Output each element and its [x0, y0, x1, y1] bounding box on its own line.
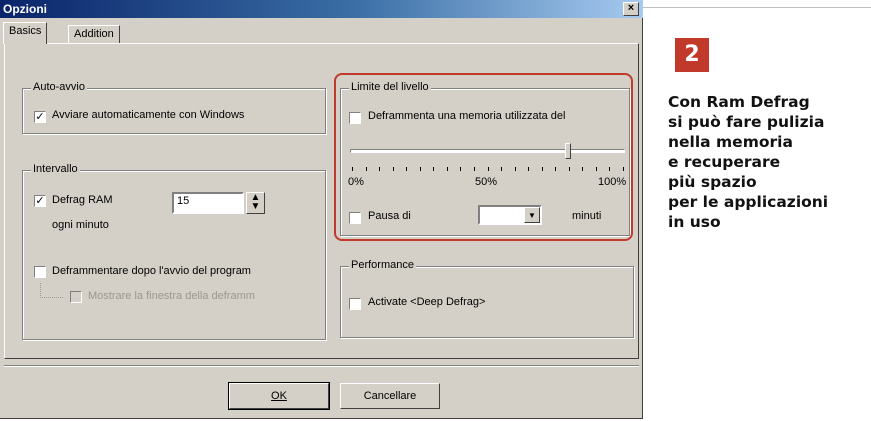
- step-number-badge: 2: [675, 38, 709, 72]
- caption-line: più spazio: [668, 173, 757, 191]
- caption-line: nella memoria: [668, 133, 793, 151]
- slider-tick: [488, 167, 489, 171]
- caption-line: in uso: [668, 213, 721, 231]
- slider-track: [350, 149, 625, 153]
- tab-addition[interactable]: Addition: [68, 25, 120, 44]
- slider-tick: [379, 167, 380, 171]
- slider-tick: [515, 167, 516, 171]
- defrag-after-start-checkbox[interactable]: [34, 266, 46, 278]
- slider-tick: [582, 167, 583, 171]
- slider-tick: [528, 167, 529, 171]
- auto-start-label: Avviare automaticamente con Windows: [52, 109, 245, 121]
- chevron-down-icon[interactable]: ▼: [524, 207, 540, 223]
- deep-defrag-checkbox[interactable]: [349, 298, 361, 310]
- options-dialog: Opzioni × Basics Addition Auto-avvio ✓ A…: [0, 0, 643, 419]
- defrag-memory-label: Deframmenta una memoria utilizzata del: [368, 110, 566, 122]
- close-button[interactable]: ×: [623, 2, 639, 16]
- slider-tick: [474, 167, 475, 171]
- caption-rule: [643, 7, 871, 8]
- interval-title: Intervallo: [31, 163, 80, 175]
- slider-tick: [393, 167, 394, 171]
- level-limit-title: Limite del livello: [349, 81, 431, 93]
- title-bar: Opzioni ×: [0, 0, 643, 18]
- scale-100-label: 100%: [598, 176, 627, 188]
- slider-tick: [569, 167, 570, 171]
- pause-minutes-select[interactable]: ▼: [478, 205, 542, 225]
- button-separator: [4, 365, 639, 367]
- interval-spinner[interactable]: ▲ ▼: [246, 192, 265, 214]
- slider-tick: [596, 167, 597, 171]
- ok-button-label: OK: [271, 390, 287, 402]
- caption-line: per le applicazioni: [668, 193, 829, 211]
- defrag-memory-checkbox[interactable]: [349, 112, 361, 124]
- slider-tick: [501, 167, 502, 171]
- auto-start-checkbox[interactable]: ✓: [34, 111, 46, 123]
- slider-tick: [623, 167, 624, 171]
- slider-thumb[interactable]: [565, 143, 571, 159]
- slider-tick: [433, 167, 434, 171]
- slider-tick: [406, 167, 407, 171]
- cancel-button[interactable]: Cancellare: [340, 383, 440, 409]
- caption-line: e recuperare: [668, 153, 781, 171]
- ok-button[interactable]: OK: [228, 382, 330, 410]
- slider-ticks: [352, 167, 624, 173]
- show-window-label: Mostrare la finestra della deframm: [88, 290, 255, 302]
- slider-tick: [542, 167, 543, 171]
- slider-tick: [352, 167, 353, 171]
- caption-text: Con Ram Defrag si può fare pulizia nella…: [668, 92, 868, 232]
- auto-start-title: Auto-avvio: [31, 81, 87, 93]
- interval-unit-label: ogni minuto: [52, 219, 109, 231]
- slider-tick: [447, 167, 448, 171]
- slider-tick: [460, 167, 461, 171]
- pause-label: Pausa di: [368, 210, 411, 222]
- interval-value-input[interactable]: 15: [172, 192, 244, 214]
- show-window-checkbox[interactable]: [70, 291, 82, 303]
- slider-tick: [555, 167, 556, 171]
- caption-line: si può fare pulizia: [668, 113, 825, 131]
- scale-50-label: 50%: [475, 176, 498, 188]
- defrag-after-start-label: Deframmentare dopo l'avvio del program: [52, 265, 251, 277]
- performance-title: Performance: [349, 259, 416, 271]
- memory-slider[interactable]: [350, 143, 625, 163]
- defrag-ram-label: Defrag RAM: [52, 194, 113, 206]
- tree-connector: [40, 283, 63, 298]
- slider-tick: [609, 167, 610, 171]
- defrag-ram-checkbox[interactable]: ✓: [34, 195, 46, 207]
- deep-defrag-label: Activate <Deep Defrag>: [368, 296, 486, 308]
- cancel-button-label: Cancellare: [363, 390, 417, 402]
- scale-0-label: 0%: [348, 176, 364, 188]
- pause-checkbox[interactable]: [349, 212, 361, 224]
- caption-line: Con Ram Defrag: [668, 93, 810, 111]
- slider-tick: [366, 167, 367, 171]
- slider-tick: [420, 167, 421, 171]
- pause-unit-label: minuti: [572, 210, 602, 222]
- window-title: Opzioni: [3, 2, 47, 16]
- tab-basics[interactable]: Basics: [3, 22, 48, 44]
